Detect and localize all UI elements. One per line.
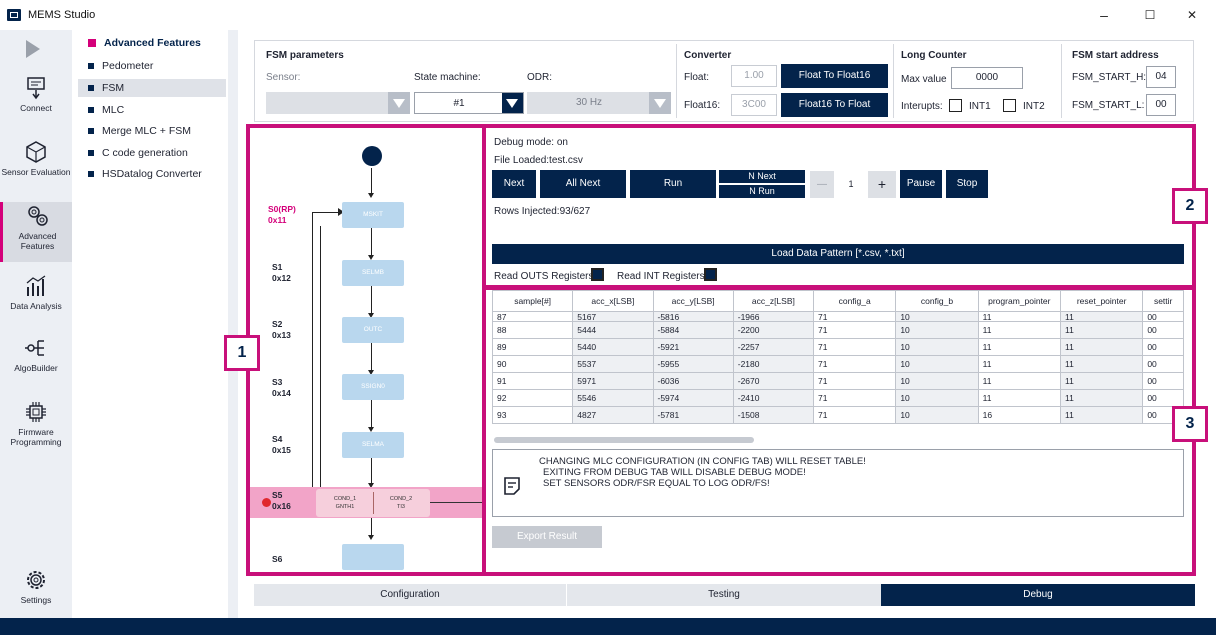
annotation-box-2 — [482, 124, 1196, 290]
int2-label: INT2 — [1023, 101, 1045, 112]
state-machine-label: State machine: — [414, 72, 481, 83]
nav-firmware-programming[interactable]: Firmware Programming — [0, 400, 72, 447]
float16-input[interactable]: 3C00 — [731, 94, 777, 116]
float-input[interactable]: 1.00 — [731, 65, 777, 87]
nav-firmware-programming-label: Firmware Programming — [10, 427, 62, 447]
divider — [676, 44, 677, 118]
gears-icon — [27, 206, 48, 226]
nav-data-analysis-label: Data Analysis — [10, 301, 62, 311]
nav-settings-label: Settings — [20, 595, 52, 605]
chevron-down-icon — [649, 92, 671, 114]
bullet-icon — [88, 106, 94, 113]
submenu-item-merge[interactable]: Merge MLC + FSM — [78, 122, 226, 140]
int2-checkbox[interactable] — [1003, 99, 1016, 112]
bullet-icon — [88, 127, 94, 134]
connect-icon — [27, 77, 45, 100]
title-bar: MEMS Studio – ☐ ✕ — [0, 0, 1216, 30]
minimize-button[interactable]: – — [1084, 4, 1124, 26]
float16-label: Float16: — [684, 100, 721, 111]
nav-algobuilder[interactable]: AlgoBuilder — [0, 336, 72, 373]
chevron-down-icon — [388, 92, 410, 114]
algobuilder-icon — [25, 340, 44, 356]
annotation-badge-3: 3 — [1172, 406, 1208, 442]
bullet-icon — [88, 84, 94, 91]
fsm-start-l-label: FSM_START_L: — [1072, 100, 1145, 111]
nav-settings[interactable]: Settings — [0, 568, 72, 605]
sensor-cube-icon — [26, 141, 46, 163]
fsm-parameters-title: FSM parameters — [266, 50, 344, 61]
annotation-box-1 — [246, 124, 486, 576]
bullet-icon — [88, 170, 94, 177]
nav-algobuilder-label: AlgoBuilder — [14, 363, 58, 373]
submenu-item-hsdatalog[interactable]: HSDatalog Converter — [78, 165, 226, 183]
max-value-input[interactable]: 0000 — [951, 67, 1023, 89]
bullet-icon — [88, 149, 94, 156]
odr-label: ODR: — [527, 72, 552, 83]
chevron-down-icon — [502, 93, 523, 113]
sensor-label: Sensor: — [266, 72, 301, 83]
float-to-float16-button[interactable]: Float To Float16 — [781, 64, 888, 88]
nav-connect-label: Connect — [20, 103, 52, 113]
left-navigation: Connect Sensor Evaluation Advanced Featu… — [0, 30, 72, 618]
max-value-label: Max value — [901, 74, 947, 85]
fsm-start-h-input[interactable]: 04 — [1146, 66, 1176, 88]
nav-data-analysis[interactable]: Data Analysis — [0, 274, 72, 311]
annotation-badge-1: 1 — [224, 335, 260, 371]
submenu-item-c-code[interactable]: C code generation — [78, 144, 226, 162]
data-analysis-icon — [26, 275, 46, 296]
advanced-features-submenu: Advanced Features Pedometer FSM MLC Merg… — [72, 30, 228, 618]
state-machine-select[interactable]: #1 — [414, 92, 524, 114]
nav-sensor-evaluation-label: Sensor Evaluation — [1, 167, 71, 177]
tab-testing[interactable]: Testing — [567, 584, 881, 606]
maximize-button[interactable]: ☐ — [1130, 4, 1170, 26]
long-counter-title: Long Counter — [901, 50, 967, 61]
fsm-start-h-label: FSM_START_H: — [1072, 72, 1147, 83]
int1-checkbox[interactable] — [949, 99, 962, 112]
nav-advanced-features-label: Advanced Features — [18, 231, 57, 251]
int1-label: INT1 — [969, 101, 991, 112]
bullet-icon — [88, 62, 94, 69]
tab-configuration[interactable]: Configuration — [254, 584, 566, 606]
tab-debug[interactable]: Debug — [881, 584, 1195, 606]
nav-connect[interactable]: Connect — [0, 76, 72, 113]
sensor-select[interactable] — [266, 92, 410, 114]
bullet-icon — [88, 38, 96, 47]
interrupts-label: Interupts: — [901, 101, 943, 112]
divider — [1061, 44, 1062, 118]
submenu-item-fsm[interactable]: FSM — [78, 79, 226, 97]
divider — [893, 44, 894, 118]
fsm-start-address-title: FSM start address — [1072, 50, 1159, 61]
play-icon[interactable] — [26, 40, 40, 58]
fsm-start-l-input[interactable]: 00 — [1146, 94, 1176, 116]
submenu-item-mlc[interactable]: MLC — [78, 101, 226, 119]
annotation-box-3 — [482, 285, 1196, 576]
submenu-header: Advanced Features — [78, 34, 226, 52]
float16-to-float-button[interactable]: Float16 To Float — [781, 93, 888, 117]
status-bar — [0, 618, 1216, 635]
window-title: MEMS Studio — [28, 9, 96, 21]
app-icon — [7, 9, 21, 21]
float-label: Float: — [684, 72, 710, 83]
annotation-badge-2: 2 — [1172, 188, 1208, 224]
nav-sensor-evaluation[interactable]: Sensor Evaluation — [0, 140, 72, 177]
close-button[interactable]: ✕ — [1172, 4, 1212, 26]
panel-splitter[interactable] — [228, 30, 238, 618]
chip-icon — [26, 402, 46, 422]
settings-gear-icon — [27, 571, 45, 589]
odr-select[interactable]: 30 Hz — [527, 92, 671, 114]
submenu-item-pedometer[interactable]: Pedometer — [78, 57, 226, 75]
converter-title: Converter — [684, 50, 732, 61]
nav-advanced-features[interactable]: Advanced Features — [0, 202, 72, 262]
